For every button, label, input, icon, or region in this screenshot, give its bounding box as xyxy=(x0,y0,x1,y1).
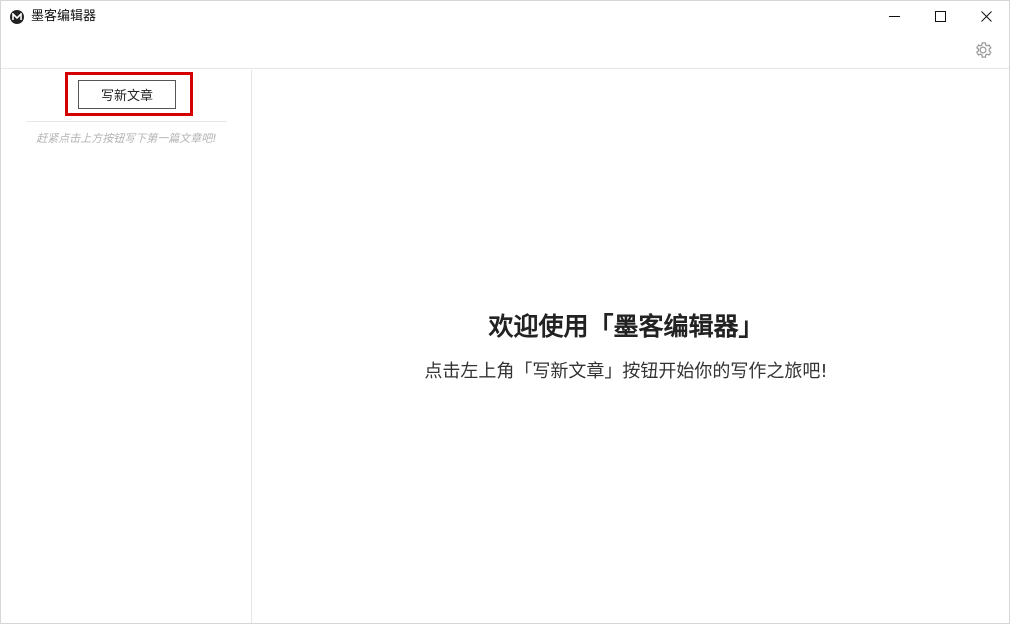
app-logo-icon xyxy=(10,10,24,24)
welcome-title: 欢迎使用「墨客编辑器」 xyxy=(488,312,764,341)
title-bar: 墨客编辑器 xyxy=(1,1,1009,33)
top-toolbar xyxy=(1,33,1009,69)
window-title: 墨客编辑器 xyxy=(31,9,97,24)
app-window: 墨客编辑器 写新文章 赶紧点击上方按钮写下第一篇文章吧! 欢迎使用「墨客编辑器」… xyxy=(0,0,1010,624)
close-icon xyxy=(980,11,992,22)
empty-list-hint: 赶紧点击上方按钮写下第一篇文章吧! xyxy=(36,132,217,145)
new-article-button[interactable]: 写新文章 xyxy=(78,80,176,109)
sidebar-divider xyxy=(26,121,227,122)
minimize-icon xyxy=(888,16,900,17)
main-content: 欢迎使用「墨客编辑器」 点击左上角「写新文章」按钮开始你的写作之旅吧! xyxy=(253,70,1009,623)
gear-icon xyxy=(976,42,992,58)
sidebar: 写新文章 赶紧点击上方按钮写下第一篇文章吧! xyxy=(1,70,252,623)
close-button[interactable] xyxy=(963,1,1009,32)
settings-button[interactable] xyxy=(973,40,993,60)
welcome-subtitle: 点击左上角「写新文章」按钮开始你的写作之旅吧! xyxy=(424,361,828,382)
maximize-icon xyxy=(934,11,946,22)
minimize-button[interactable] xyxy=(871,1,917,32)
maximize-button[interactable] xyxy=(917,1,963,32)
